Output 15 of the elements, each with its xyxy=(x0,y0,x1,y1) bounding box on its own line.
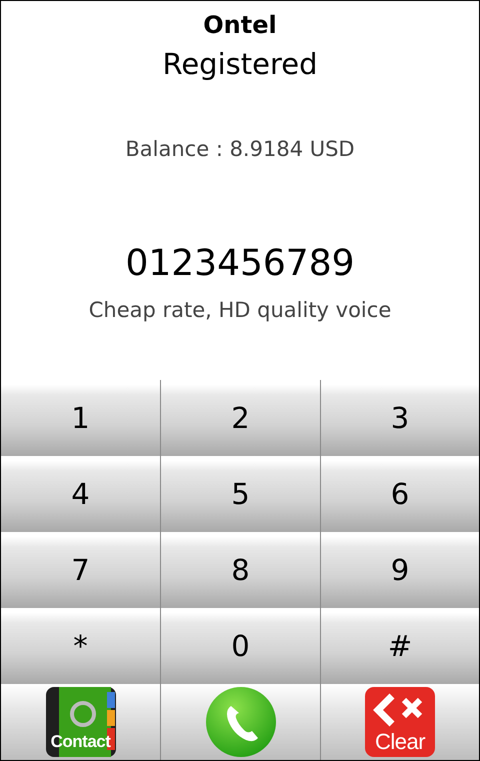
dial-key[interactable]: * xyxy=(1,608,161,684)
app-title: Ontel xyxy=(203,11,277,39)
dial-key[interactable]: 2 xyxy=(161,380,321,456)
dial-key[interactable]: 5 xyxy=(161,456,321,532)
tagline-text: Cheap rate, HD quality voice xyxy=(88,298,392,322)
dialed-number: 0123456789 xyxy=(125,243,355,284)
clear-button[interactable]: Clear xyxy=(321,684,479,760)
registration-status: Registered xyxy=(162,47,318,81)
call-button[interactable] xyxy=(161,684,321,760)
dial-key[interactable]: 0 xyxy=(161,608,321,684)
dial-key[interactable]: 4 xyxy=(1,456,161,532)
dial-key[interactable]: 8 xyxy=(161,532,321,608)
balance-text: Balance : 8.9184 USD xyxy=(125,137,355,161)
dial-key[interactable]: 7 xyxy=(1,532,161,608)
dial-key[interactable]: 1 xyxy=(1,380,161,456)
